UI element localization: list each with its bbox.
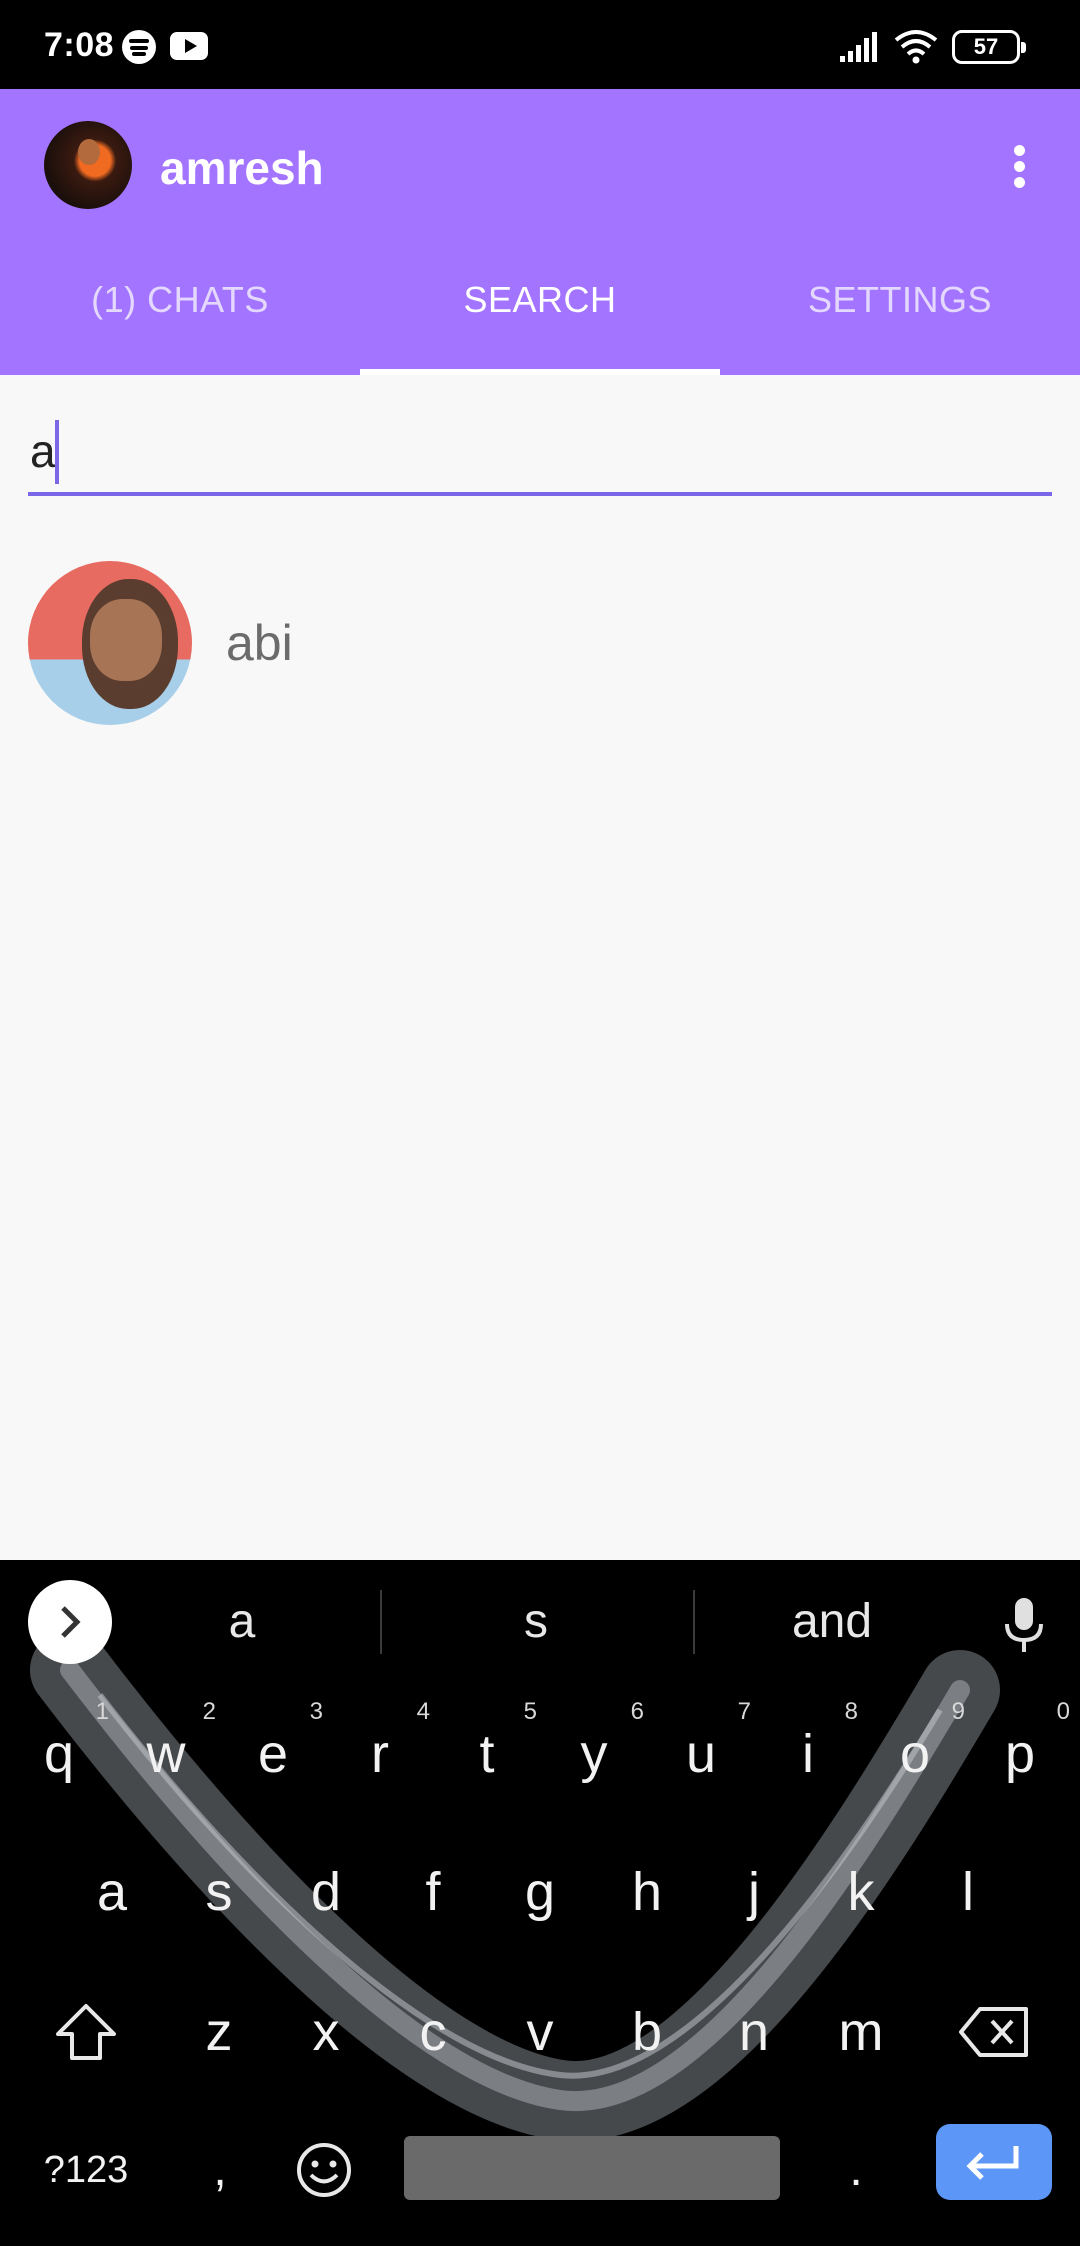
- contact-name: abi: [226, 615, 293, 671]
- key-e[interactable]: e3: [219, 1694, 327, 1814]
- key-b[interactable]: b: [593, 1972, 701, 2092]
- key-h[interactable]: h: [593, 1832, 701, 1952]
- key-w[interactable]: w2: [112, 1694, 220, 1814]
- wifi-icon: [894, 30, 938, 64]
- key-v[interactable]: v: [486, 1972, 594, 2092]
- suggestion-2[interactable]: s: [436, 1580, 636, 1664]
- shift-icon: [56, 2004, 116, 2060]
- key-x[interactable]: x: [272, 1972, 380, 2092]
- status-bar: 7:08 57: [0, 0, 1080, 89]
- enter-key[interactable]: [936, 2124, 1052, 2200]
- period-key[interactable]: .: [806, 2110, 906, 2230]
- key-c[interactable]: c: [379, 1972, 487, 2092]
- key-s[interactable]: s: [165, 1832, 273, 1952]
- key-u[interactable]: u7: [647, 1694, 755, 1814]
- text-cursor: [55, 420, 59, 484]
- key-m[interactable]: m: [807, 1972, 915, 2092]
- key-y[interactable]: y6: [540, 1694, 648, 1814]
- chevron-right-icon: [61, 1606, 81, 1638]
- key-a[interactable]: a: [58, 1832, 166, 1952]
- suggestion-divider: [380, 1590, 382, 1654]
- key-p[interactable]: p0: [966, 1694, 1074, 1814]
- suggestion-divider: [693, 1590, 695, 1654]
- signal-icon: [840, 32, 877, 62]
- key-j[interactable]: j: [700, 1832, 808, 1952]
- comma-key[interactable]: ,: [170, 2110, 270, 2230]
- avatar: [28, 561, 192, 725]
- profile-avatar[interactable]: [44, 121, 132, 209]
- status-time: 7:08: [44, 26, 115, 64]
- battery-icon: 57: [952, 30, 1026, 64]
- suggestion-1[interactable]: a: [142, 1580, 342, 1664]
- tab-bar: (1) CHATS SEARCH SETTINGS: [0, 247, 1080, 375]
- more-options-icon[interactable]: [1000, 141, 1040, 191]
- backspace-icon: [959, 2007, 1028, 2057]
- toolbar-expand-button[interactable]: [28, 1580, 112, 1664]
- key-t[interactable]: t5: [433, 1694, 541, 1814]
- tab-chats[interactable]: (1) CHATS: [0, 247, 360, 375]
- tab-search[interactable]: SEARCH: [360, 247, 720, 375]
- spotify-icon: [122, 30, 156, 64]
- key-g[interactable]: g: [486, 1832, 594, 1952]
- space-key[interactable]: [404, 2136, 780, 2200]
- key-d[interactable]: d: [272, 1832, 380, 1952]
- microphone-icon[interactable]: [1000, 1596, 1048, 1656]
- app-bar: amresh (1) CHATS SEARCH SETTINGS: [0, 89, 1080, 375]
- search-input[interactable]: [28, 410, 1052, 496]
- key-q[interactable]: q1: [5, 1694, 113, 1814]
- symbols-key[interactable]: ?123: [28, 2110, 144, 2230]
- key-f[interactable]: f: [379, 1832, 487, 1952]
- suggestion-3[interactable]: and: [732, 1580, 932, 1664]
- soft-keyboard: a s and q1 w2 e3 r4 t5 y6 u7 i8 o9 p0 a …: [0, 1560, 1080, 2246]
- enter-icon: [966, 2146, 1019, 2180]
- key-k[interactable]: k: [807, 1832, 915, 1952]
- backspace-key[interactable]: [936, 1972, 1052, 2092]
- youtube-icon: [170, 32, 208, 60]
- key-z[interactable]: z: [165, 1972, 273, 2092]
- emoji-key[interactable]: [272, 2110, 376, 2230]
- tab-settings[interactable]: SETTINGS: [720, 247, 1080, 375]
- emoji-icon: [297, 2143, 351, 2197]
- shift-key[interactable]: [28, 1972, 144, 2092]
- key-l[interactable]: l: [914, 1832, 1022, 1952]
- key-o[interactable]: o9: [861, 1694, 969, 1814]
- key-r[interactable]: r4: [326, 1694, 434, 1814]
- key-i[interactable]: i8: [754, 1694, 862, 1814]
- page-title: amresh: [160, 142, 324, 194]
- list-item[interactable]: abi: [0, 556, 1080, 732]
- key-n[interactable]: n: [700, 1972, 808, 2092]
